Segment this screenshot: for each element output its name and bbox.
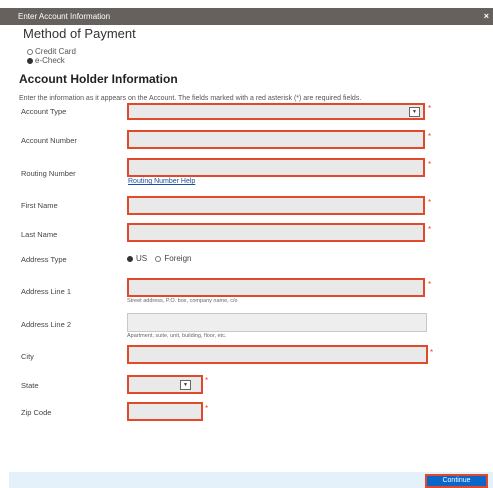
radio-foreign[interactable]: Foreign bbox=[155, 254, 191, 263]
radio-label: e-Check bbox=[35, 56, 65, 65]
required-asterisk: * bbox=[428, 225, 432, 234]
address-line-2-hint: Apartment, suite, unit, building, floor,… bbox=[127, 333, 227, 339]
last-name-label: Last Name bbox=[21, 230, 58, 239]
radio-icon bbox=[155, 256, 162, 262]
last-name-input[interactable] bbox=[127, 223, 425, 242]
chevron-down-icon: ▼ bbox=[409, 107, 420, 117]
required-asterisk: * bbox=[428, 160, 432, 169]
address-type-label: Address Type bbox=[21, 255, 67, 264]
dialog-title: Enter Account Information bbox=[18, 12, 111, 21]
address-line-2-label: Address Line 2 bbox=[21, 320, 72, 329]
radio-us[interactable]: US bbox=[127, 254, 147, 263]
address-line-2-input[interactable] bbox=[127, 313, 427, 332]
city-label: City bbox=[21, 352, 34, 361]
required-asterisk: * bbox=[428, 198, 432, 207]
continue-button[interactable]: Continue bbox=[425, 474, 488, 488]
required-asterisk: * bbox=[205, 376, 209, 385]
account-number-label: Account Number bbox=[21, 136, 77, 145]
city-input[interactable] bbox=[127, 345, 428, 364]
account-type-label: Account Type bbox=[21, 107, 67, 116]
address-type-radios: US Foreign bbox=[127, 254, 191, 263]
payment-method-heading: Method of Payment bbox=[23, 26, 136, 41]
address-line-1-hint: Street address, P.O. box, company name, … bbox=[127, 298, 238, 304]
address-line-1-input[interactable] bbox=[127, 278, 425, 297]
account-holder-heading: Account Holder Information bbox=[19, 72, 178, 86]
radio-label: US bbox=[136, 254, 148, 263]
account-number-input[interactable] bbox=[127, 130, 425, 149]
radio-icon bbox=[127, 256, 133, 262]
dialog-titlebar: Enter Account Information × bbox=[0, 8, 493, 25]
first-name-label: First Name bbox=[21, 201, 58, 210]
dialog-footer bbox=[9, 472, 493, 488]
address-line-1-label: Address Line 1 bbox=[21, 287, 72, 296]
radio-icon bbox=[27, 49, 33, 55]
required-asterisk: * bbox=[428, 280, 432, 289]
radio-echeck[interactable]: e-Check bbox=[27, 56, 65, 65]
zip-code-label: Zip Code bbox=[21, 408, 52, 417]
close-icon[interactable]: × bbox=[484, 8, 489, 25]
required-asterisk: * bbox=[428, 104, 432, 113]
routing-number-input[interactable] bbox=[127, 158, 425, 177]
radio-label: Foreign bbox=[164, 254, 192, 263]
zip-code-input[interactable] bbox=[127, 402, 203, 421]
required-asterisk: * bbox=[430, 348, 434, 357]
account-type-select[interactable]: ▼ bbox=[127, 103, 425, 120]
required-asterisk: * bbox=[205, 404, 209, 413]
radio-icon bbox=[27, 58, 33, 64]
routing-number-help-link[interactable]: Routing Number Help bbox=[128, 178, 195, 185]
radio-label: Credit Card bbox=[35, 47, 76, 56]
state-label: State bbox=[21, 381, 39, 390]
state-select[interactable]: ▼ bbox=[127, 375, 203, 394]
radio-credit-card[interactable]: Credit Card bbox=[27, 47, 76, 56]
chevron-down-icon: ▼ bbox=[180, 380, 191, 390]
required-asterisk: * bbox=[428, 132, 432, 141]
routing-number-label: Routing Number bbox=[21, 169, 76, 178]
first-name-input[interactable] bbox=[127, 196, 425, 215]
instructions-text: Enter the information as it appears on t… bbox=[19, 95, 362, 102]
